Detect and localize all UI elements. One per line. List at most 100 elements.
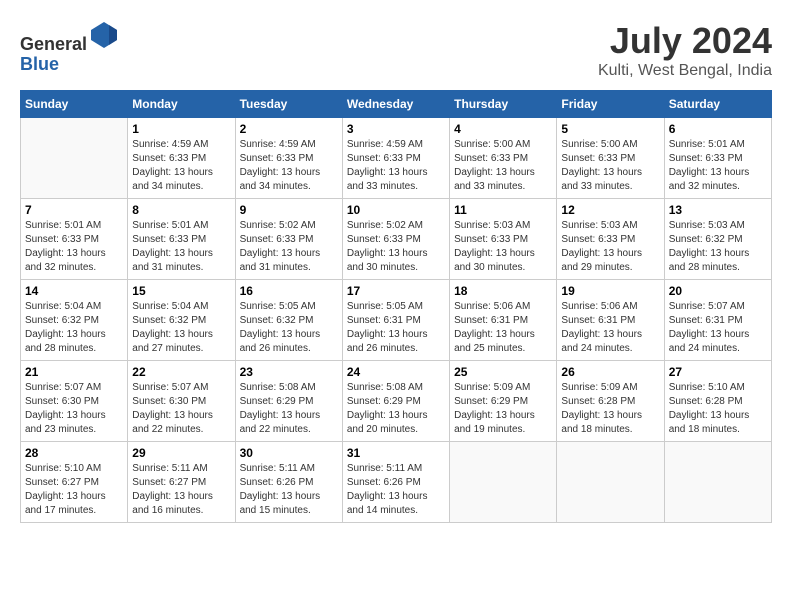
- week-row-3: 21 Sunrise: 5:07 AM Sunset: 6:30 PM Dayli…: [21, 361, 772, 442]
- day-info: Sunrise: 5:07 AM Sunset: 6:30 PM Dayligh…: [25, 381, 123, 437]
- day-info: Sunrise: 5:07 AM Sunset: 6:31 PM Dayligh…: [669, 300, 767, 356]
- calendar-subtitle: Kulti, West Bengal, India: [598, 62, 772, 80]
- day-number: 16: [240, 284, 338, 298]
- calendar-cell: [664, 442, 771, 523]
- calendar-cell: 10 Sunrise: 5:02 AM Sunset: 6:33 PM Dayli…: [342, 199, 449, 280]
- calendar-cell: 29 Sunrise: 5:11 AM Sunset: 6:27 PM Dayli…: [128, 442, 235, 523]
- day-number: 25: [454, 365, 552, 379]
- logo-general-text: General: [20, 34, 87, 54]
- day-info: Sunrise: 5:06 AM Sunset: 6:31 PM Dayligh…: [454, 300, 552, 356]
- calendar-cell: 28 Sunrise: 5:10 AM Sunset: 6:27 PM Dayli…: [21, 442, 128, 523]
- day-number: 4: [454, 122, 552, 136]
- day-number: 27: [669, 365, 767, 379]
- day-number: 28: [25, 446, 123, 460]
- calendar-cell: 31Sunrise: 5:11 AM Sunset: 6:26 PM Dayli…: [342, 442, 449, 523]
- calendar-cell: 30 Sunrise: 5:11 AM Sunset: 6:26 PM Dayli…: [235, 442, 342, 523]
- day-number: 26: [561, 365, 659, 379]
- weekday-header-thursday: Thursday: [450, 91, 557, 118]
- day-info: Sunrise: 5:11 AM Sunset: 6:27 PM Dayligh…: [132, 462, 230, 518]
- day-info: Sunrise: 5:06 AM Sunset: 6:31 PM Dayligh…: [561, 300, 659, 356]
- day-info: Sunrise: 5:05 AM Sunset: 6:32 PM Dayligh…: [240, 300, 338, 356]
- day-info: Sunrise: 4:59 AM Sunset: 6:33 PM Dayligh…: [347, 138, 445, 194]
- calendar-body: 1 Sunrise: 4:59 AM Sunset: 6:33 PM Daylig…: [21, 118, 772, 523]
- calendar-cell: [450, 442, 557, 523]
- day-info: Sunrise: 5:05 AM Sunset: 6:31 PM Dayligh…: [347, 300, 445, 356]
- day-info: Sunrise: 4:59 AM Sunset: 6:33 PM Dayligh…: [240, 138, 338, 194]
- day-number: 9: [240, 203, 338, 217]
- day-number: 1: [132, 122, 230, 136]
- weekday-header-monday: Monday: [128, 91, 235, 118]
- day-info: Sunrise: 4:59 AM Sunset: 6:33 PM Dayligh…: [132, 138, 230, 194]
- day-info: Sunrise: 5:01 AM Sunset: 6:33 PM Dayligh…: [669, 138, 767, 194]
- day-info: Sunrise: 5:00 AM Sunset: 6:33 PM Dayligh…: [561, 138, 659, 194]
- calendar-cell: 20 Sunrise: 5:07 AM Sunset: 6:31 PM Dayli…: [664, 280, 771, 361]
- day-number: 14: [25, 284, 123, 298]
- calendar-cell: 13 Sunrise: 5:03 AM Sunset: 6:32 PM Dayli…: [664, 199, 771, 280]
- day-number: 31: [347, 446, 445, 460]
- day-info: Sunrise: 5:03 AM Sunset: 6:33 PM Dayligh…: [454, 219, 552, 275]
- week-row-1: 7Sunrise: 5:01 AM Sunset: 6:33 PM Daylig…: [21, 199, 772, 280]
- calendar-cell: 7Sunrise: 5:01 AM Sunset: 6:33 PM Daylig…: [21, 199, 128, 280]
- week-row-2: 14Sunrise: 5:04 AM Sunset: 6:32 PM Dayli…: [21, 280, 772, 361]
- calendar-cell: 21 Sunrise: 5:07 AM Sunset: 6:30 PM Dayli…: [21, 361, 128, 442]
- day-info: Sunrise: 5:10 AM Sunset: 6:28 PM Dayligh…: [669, 381, 767, 437]
- day-number: 21: [25, 365, 123, 379]
- day-number: 17: [347, 284, 445, 298]
- weekday-header-sunday: Sunday: [21, 91, 128, 118]
- logo-icon: [89, 20, 119, 50]
- day-info: Sunrise: 5:03 AM Sunset: 6:33 PM Dayligh…: [561, 219, 659, 275]
- day-info: Sunrise: 5:02 AM Sunset: 6:33 PM Dayligh…: [240, 219, 338, 275]
- day-info: Sunrise: 5:08 AM Sunset: 6:29 PM Dayligh…: [240, 381, 338, 437]
- day-info: Sunrise: 5:00 AM Sunset: 6:33 PM Dayligh…: [454, 138, 552, 194]
- day-number: 18: [454, 284, 552, 298]
- calendar-cell: [21, 118, 128, 199]
- calendar-cell: 15Sunrise: 5:04 AM Sunset: 6:32 PM Dayli…: [128, 280, 235, 361]
- calendar-cell: 17 Sunrise: 5:05 AM Sunset: 6:31 PM Dayli…: [342, 280, 449, 361]
- calendar-cell: 11 Sunrise: 5:03 AM Sunset: 6:33 PM Dayli…: [450, 199, 557, 280]
- calendar-cell: 24Sunrise: 5:08 AM Sunset: 6:29 PM Dayli…: [342, 361, 449, 442]
- logo-blue-text: Blue: [20, 54, 59, 74]
- day-number: 7: [25, 203, 123, 217]
- day-number: 24: [347, 365, 445, 379]
- day-number: 8: [132, 203, 230, 217]
- calendar-cell: 14Sunrise: 5:04 AM Sunset: 6:32 PM Dayli…: [21, 280, 128, 361]
- calendar-header: SundayMondayTuesdayWednesdayThursdayFrid…: [21, 91, 772, 118]
- day-number: 12: [561, 203, 659, 217]
- weekday-header-saturday: Saturday: [664, 91, 771, 118]
- logo: General Blue: [20, 20, 119, 75]
- weekday-header-wednesday: Wednesday: [342, 91, 449, 118]
- day-number: 10: [347, 203, 445, 217]
- weekday-header-tuesday: Tuesday: [235, 91, 342, 118]
- day-number: 29: [132, 446, 230, 460]
- calendar-cell: 19Sunrise: 5:06 AM Sunset: 6:31 PM Dayli…: [557, 280, 664, 361]
- day-number: 2: [240, 122, 338, 136]
- day-info: Sunrise: 5:02 AM Sunset: 6:33 PM Dayligh…: [347, 219, 445, 275]
- weekday-row: SundayMondayTuesdayWednesdayThursdayFrid…: [21, 91, 772, 118]
- calendar-cell: 25Sunrise: 5:09 AM Sunset: 6:29 PM Dayli…: [450, 361, 557, 442]
- day-number: 11: [454, 203, 552, 217]
- calendar-cell: 1 Sunrise: 4:59 AM Sunset: 6:33 PM Daylig…: [128, 118, 235, 199]
- day-number: 15: [132, 284, 230, 298]
- day-number: 30: [240, 446, 338, 460]
- calendar-cell: 27 Sunrise: 5:10 AM Sunset: 6:28 PM Dayli…: [664, 361, 771, 442]
- day-info: Sunrise: 5:10 AM Sunset: 6:27 PM Dayligh…: [25, 462, 123, 518]
- weekday-header-friday: Friday: [557, 91, 664, 118]
- calendar-cell: 5 Sunrise: 5:00 AM Sunset: 6:33 PM Daylig…: [557, 118, 664, 199]
- day-info: Sunrise: 5:03 AM Sunset: 6:32 PM Dayligh…: [669, 219, 767, 275]
- calendar-cell: 2 Sunrise: 4:59 AM Sunset: 6:33 PM Daylig…: [235, 118, 342, 199]
- calendar-cell: [557, 442, 664, 523]
- calendar-cell: 23 Sunrise: 5:08 AM Sunset: 6:29 PM Dayli…: [235, 361, 342, 442]
- day-number: 5: [561, 122, 659, 136]
- calendar-cell: 16 Sunrise: 5:05 AM Sunset: 6:32 PM Dayli…: [235, 280, 342, 361]
- day-number: 22: [132, 365, 230, 379]
- title-block: July 2024 Kulti, West Bengal, India: [598, 20, 772, 80]
- day-info: Sunrise: 5:11 AM Sunset: 6:26 PM Dayligh…: [240, 462, 338, 518]
- day-number: 13: [669, 203, 767, 217]
- calendar-cell: 8Sunrise: 5:01 AM Sunset: 6:33 PM Daylig…: [128, 199, 235, 280]
- day-info: Sunrise: 5:09 AM Sunset: 6:28 PM Dayligh…: [561, 381, 659, 437]
- calendar-cell: 4 Sunrise: 5:00 AM Sunset: 6:33 PM Daylig…: [450, 118, 557, 199]
- week-row-0: 1 Sunrise: 4:59 AM Sunset: 6:33 PM Daylig…: [21, 118, 772, 199]
- calendar-cell: 22Sunrise: 5:07 AM Sunset: 6:30 PM Dayli…: [128, 361, 235, 442]
- day-number: 23: [240, 365, 338, 379]
- day-number: 20: [669, 284, 767, 298]
